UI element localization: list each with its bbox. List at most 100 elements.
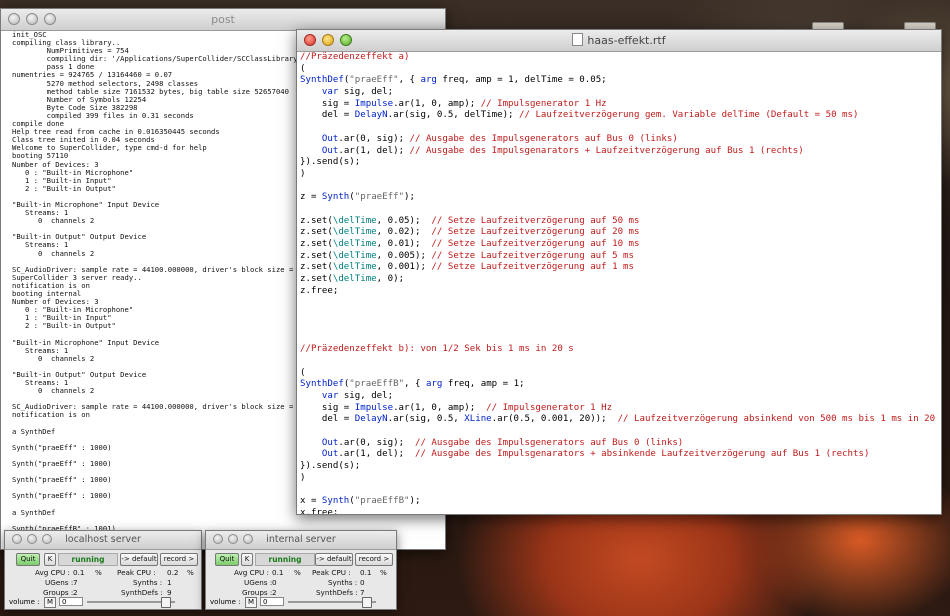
kill-button[interactable]: K: [241, 553, 253, 566]
code-text: del =: [300, 414, 355, 425]
mute-button[interactable]: M: [245, 597, 257, 608]
volume-slider[interactable]: [87, 597, 175, 608]
code-keyword: arg: [425, 379, 443, 390]
code-comment: //Präzedenzeffekt b): von 1/2 Sek bis 1 …: [300, 344, 574, 355]
volume-label: volume :: [9, 598, 40, 606]
peak-cpu-label: Peak CPU :: [312, 568, 351, 577]
volume-label: volume :: [210, 598, 241, 606]
record-button[interactable]: record >: [355, 553, 393, 566]
code-keyword: Synth: [321, 192, 350, 203]
code-text: sig, del;: [338, 87, 394, 98]
synths-value: 1: [167, 578, 172, 587]
volume-field[interactable]: 0: [260, 597, 284, 606]
code-comment: // Setze Laufzeitverzögerung auf 20 ms: [431, 227, 640, 238]
code-text: }).send(s);: [300, 461, 361, 472]
volume-field[interactable]: 0: [59, 597, 83, 606]
quit-button[interactable]: Quit: [215, 553, 239, 566]
code-text: sig =: [300, 98, 355, 109]
synths-label: Synths :: [328, 578, 358, 587]
code-keyword: var: [321, 390, 339, 401]
zoom-icon[interactable]: [340, 34, 352, 46]
mute-button[interactable]: M: [44, 597, 56, 608]
code-text: x =: [300, 496, 322, 507]
synths-label: Synths :: [133, 578, 163, 587]
code-line: //Präzedenzeffekt a): [300, 52, 941, 64]
code-text: ): [300, 168, 306, 179]
code-symbol: \delTime: [332, 215, 377, 226]
server-titlebar[interactable]: localhost server: [5, 531, 201, 550]
server-status: running: [58, 553, 118, 566]
code-line: SynthDef("praeEff", { arg freq, amp = 1,…: [300, 75, 941, 87]
editor-window: haas-effekt.rtf //Präzedenzeffekt a)(Syn…: [296, 29, 942, 515]
code-text: (: [300, 367, 306, 378]
close-icon[interactable]: [304, 34, 316, 46]
code-line: z.set(\delTime, 0.005); // Setze Laufzei…: [300, 251, 941, 263]
code-text: , 0);: [376, 274, 405, 285]
code-line: (: [300, 64, 941, 76]
minimize-icon[interactable]: [228, 534, 238, 544]
zoom-icon[interactable]: [44, 13, 56, 25]
code-keyword: var: [321, 87, 339, 98]
editor-window-titlebar[interactable]: haas-effekt.rtf: [297, 30, 941, 52]
code-line: z.free;: [300, 286, 941, 298]
code-text: , {: [404, 379, 426, 390]
server-titlebar[interactable]: internal server: [206, 531, 396, 550]
minimize-icon[interactable]: [26, 13, 38, 25]
code-text: .ar(0, sig);: [338, 133, 410, 144]
code-keyword: arg: [420, 75, 437, 86]
make-default-button[interactable]: -> default: [315, 553, 353, 566]
zoom-icon[interactable]: [243, 534, 253, 544]
close-icon[interactable]: [8, 13, 20, 25]
code-text: .ar(1, del);: [338, 145, 410, 156]
code-text: .ar(0, sig);: [338, 437, 415, 448]
volume-slider-knob[interactable]: [161, 597, 171, 608]
code-editor[interactable]: //Präzedenzeffekt a)(SynthDef("praeEff",…: [297, 52, 941, 514]
minimize-icon[interactable]: [27, 534, 37, 544]
minimize-icon[interactable]: [322, 34, 334, 46]
code-string: "praeEff": [354, 192, 405, 203]
post-window-titlebar[interactable]: post: [1, 9, 445, 31]
peak-cpu-percent: %: [380, 568, 387, 577]
code-text: z.set(: [300, 239, 333, 249]
code-text: , 0.001);: [376, 262, 432, 273]
document-icon: [572, 33, 584, 46]
code-line: Out.ar(1, del); // Ausgabe des Impulsgen…: [300, 449, 941, 461]
code-text: sig, del;: [338, 390, 394, 401]
code-keyword: Impulse: [354, 98, 394, 109]
code-text: .ar(0.5, 0.001, 20));: [491, 414, 618, 425]
code-line: z.set(\delTime, 0.05); // Setze Laufzeit…: [300, 216, 941, 228]
code-line: Out.ar(0, sig); // Ausgabe des Impulsgen…: [300, 438, 941, 450]
ugens-label: UGens :: [244, 578, 273, 587]
code-text: z.set(: [300, 262, 333, 273]
close-icon[interactable]: [12, 534, 22, 544]
avg-cpu-percent: %: [95, 568, 102, 577]
code-line: }).send(s);: [300, 157, 941, 169]
code-text: sig =: [300, 402, 355, 413]
code-text: }).send(s);: [300, 157, 361, 168]
record-button[interactable]: record >: [160, 553, 198, 566]
make-default-button[interactable]: -> default: [120, 553, 158, 566]
code-symbol: \delTime: [332, 239, 377, 249]
quit-button[interactable]: Quit: [16, 553, 40, 566]
editor-window-title: haas-effekt.rtf: [587, 34, 666, 47]
close-icon[interactable]: [213, 534, 223, 544]
volume-slider-knob[interactable]: [362, 597, 372, 608]
code-line: x.free;: [300, 508, 941, 514]
post-window-title: post: [211, 13, 235, 26]
zoom-icon[interactable]: [42, 534, 52, 544]
code-symbol: \delTime: [332, 250, 377, 261]
code-line: sig = Impulse.ar(1, 0, amp); // Impulsge…: [300, 403, 941, 415]
kill-button[interactable]: K: [44, 553, 56, 566]
volume-slider[interactable]: [288, 597, 376, 608]
code-text: , 0.005);: [376, 250, 432, 261]
code-line: }).send(s);: [300, 461, 941, 473]
avg-cpu-value: 0.1: [272, 568, 284, 577]
